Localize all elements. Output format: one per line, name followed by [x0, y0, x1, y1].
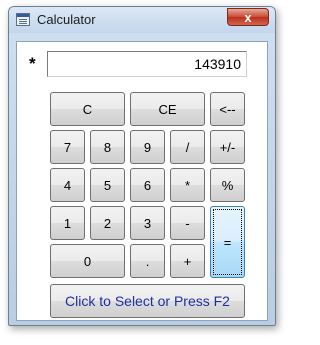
select-result-button[interactable]: Click to Select or Press F2 — [50, 284, 245, 318]
percent-button[interactable]: % — [210, 168, 245, 202]
digit-4-button[interactable]: 4 — [50, 168, 85, 202]
calculator-body: * 143910 C CE <-- 7 8 9 / +/- 4 5 6 * % … — [16, 41, 268, 321]
digit-0-button[interactable]: 0 — [50, 244, 125, 278]
multiply-button[interactable]: * — [170, 168, 205, 202]
window-title: Calculator — [37, 12, 96, 27]
operator-indicator: * — [29, 54, 36, 73]
digit-7-button[interactable]: 7 — [50, 130, 85, 164]
title-bar[interactable]: Calculator x — [9, 7, 275, 33]
close-icon: x — [244, 10, 252, 25]
backspace-button[interactable]: <-- — [210, 92, 245, 126]
digit-1-button[interactable]: 1 — [50, 206, 85, 240]
clear-button[interactable]: C — [50, 92, 125, 126]
calculator-app-icon[interactable] — [16, 13, 30, 26]
equals-button[interactable]: = — [210, 206, 245, 278]
digit-9-button[interactable]: 9 — [130, 130, 165, 164]
close-button[interactable]: x — [227, 8, 269, 26]
add-button[interactable]: + — [170, 244, 205, 278]
digit-8-button[interactable]: 8 — [90, 130, 125, 164]
result-display[interactable]: 143910 — [47, 51, 247, 77]
subtract-button[interactable]: - — [170, 206, 205, 240]
decimal-button[interactable]: . — [130, 244, 165, 278]
digit-6-button[interactable]: 6 — [130, 168, 165, 202]
clear-entry-button[interactable]: CE — [130, 92, 205, 126]
digit-3-button[interactable]: 3 — [130, 206, 165, 240]
divide-button[interactable]: / — [170, 130, 205, 164]
digit-2-button[interactable]: 2 — [90, 206, 125, 240]
sign-toggle-button[interactable]: +/- — [210, 130, 245, 164]
calculator-window: Calculator x * 143910 C CE <-- 7 8 9 / +… — [8, 6, 276, 326]
digit-5-button[interactable]: 5 — [90, 168, 125, 202]
